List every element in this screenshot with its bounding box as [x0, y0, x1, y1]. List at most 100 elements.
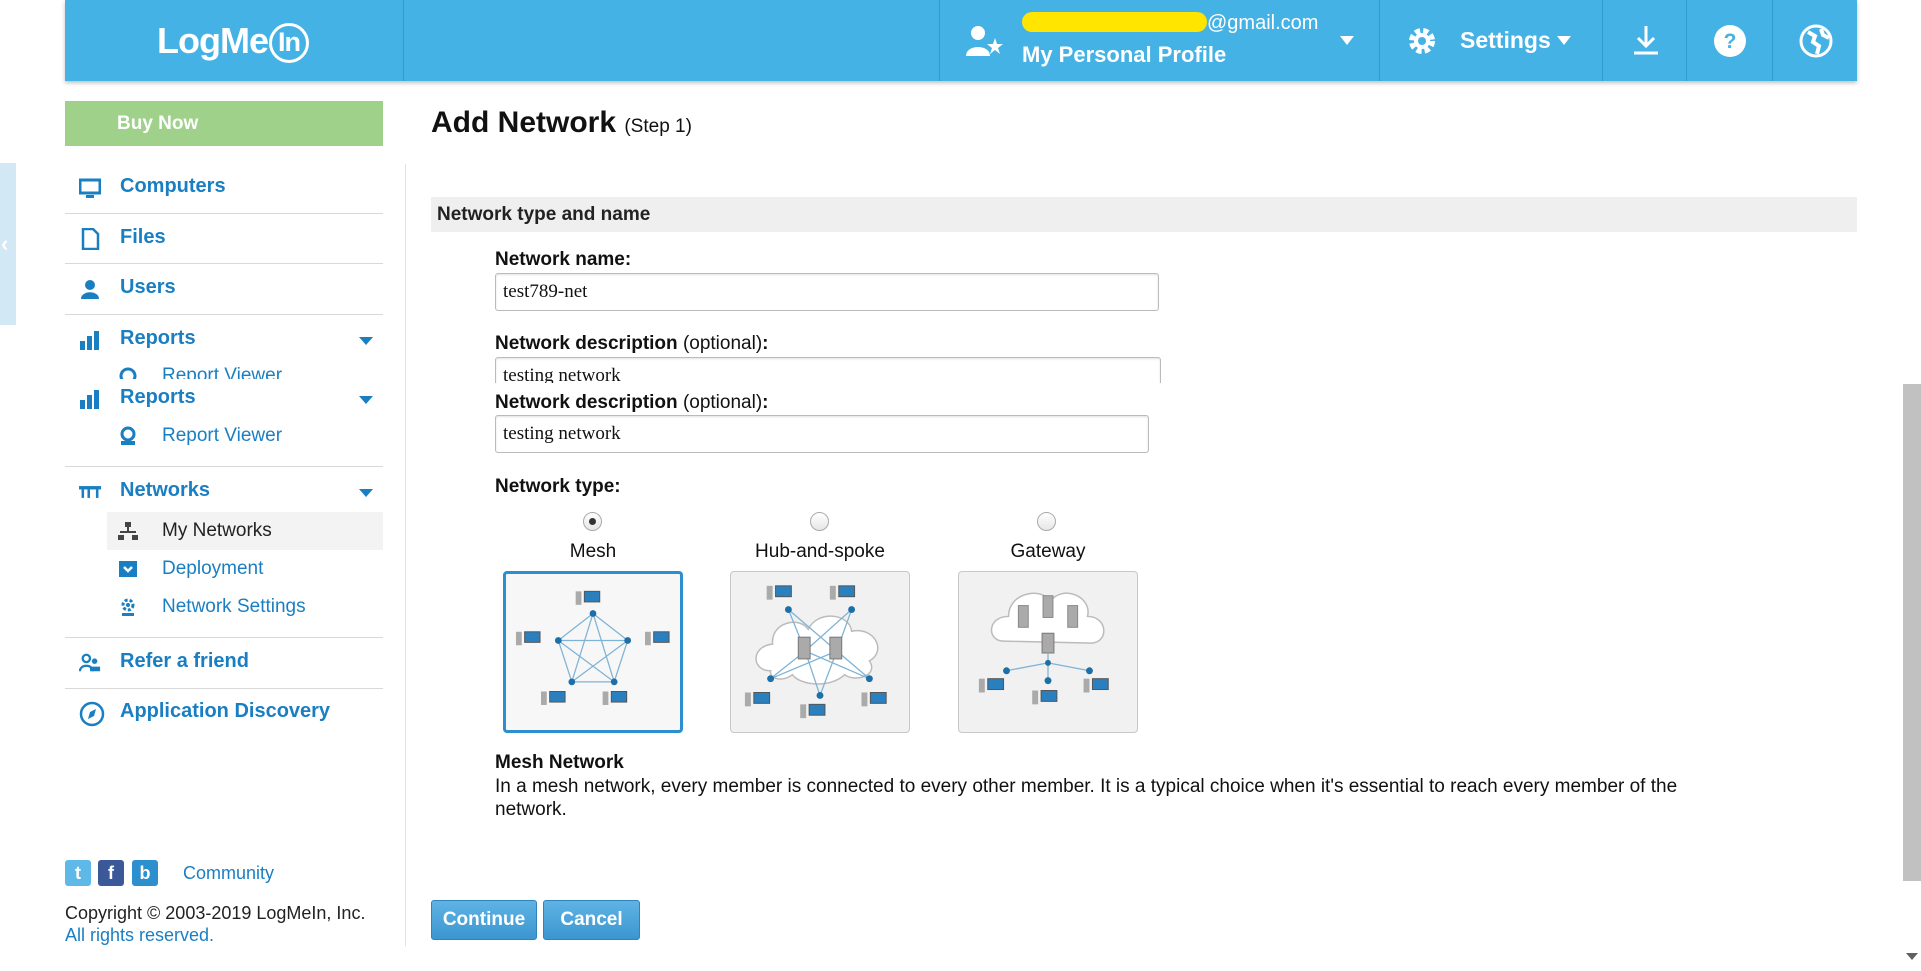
radio-hub-and-spoke[interactable] — [810, 512, 829, 531]
label-optional: (optional) — [682, 392, 763, 413]
radio-mesh[interactable] — [583, 512, 602, 531]
network-description-input-clipped[interactable] — [495, 357, 1161, 383]
network-description-label: Network description (optional): — [495, 392, 768, 414]
network-name-label: Network name: — [495, 249, 632, 270]
globe-icon — [1799, 24, 1833, 58]
divider — [65, 637, 383, 638]
help-button[interactable]: ? — [1686, 0, 1772, 81]
sidebar-item-label: Deployment — [162, 558, 264, 579]
sidebar-subitem-deployment[interactable]: Deployment — [107, 550, 383, 588]
sidebar-item-computers[interactable]: Computers — [65, 175, 383, 211]
page-step: (Step 1) — [624, 116, 692, 137]
settings-menu[interactable]: Settings — [1379, 0, 1602, 81]
label-optional: (optional) — [682, 333, 763, 354]
email-redaction — [1022, 12, 1207, 32]
bar-chart-icon — [80, 331, 99, 350]
sidebar-item-reports[interactable]: Reports — [65, 327, 383, 357]
rights-link[interactable]: All rights reserved. — [65, 924, 365, 946]
scroll-down-arrow-icon[interactable] — [1906, 953, 1918, 960]
cancel-button[interactable]: Cancel — [543, 900, 640, 940]
network-description-label-clipped: Network description (optional): — [495, 333, 768, 355]
divider — [65, 263, 383, 264]
network-icon — [79, 486, 101, 498]
chevron-down-icon — [359, 337, 373, 345]
clipped-description-input-wrapper — [495, 356, 1161, 383]
sidebar-item-label: Reports — [120, 386, 196, 408]
sidebar-item-refer-friend[interactable]: Refer a friend — [65, 650, 383, 686]
logmein-logo[interactable]: LogMe In — [157, 20, 309, 63]
sidebar-item-users[interactable]: Users — [65, 276, 383, 312]
language-button[interactable] — [1772, 0, 1857, 81]
gateway-option-card[interactable] — [958, 571, 1138, 733]
user-icon — [81, 280, 99, 299]
hub-spoke-diagram-icon — [744, 585, 887, 719]
copyright-text: Copyright © 2003-2019 LogMeIn, Inc. — [65, 903, 366, 923]
divider — [65, 213, 383, 214]
mesh-diagram-icon — [515, 590, 670, 705]
network-tree-icon — [118, 522, 138, 540]
divider — [65, 688, 383, 689]
label-text: Network description — [495, 392, 678, 413]
hub-and-spoke-option-card[interactable] — [730, 571, 910, 733]
report-viewer-icon — [119, 367, 137, 379]
settings-label: Settings — [1460, 27, 1551, 53]
logo-text: LogMe — [157, 20, 269, 61]
sidebar-subitem-my-networks[interactable]: My Networks — [107, 512, 383, 550]
report-viewer-icon — [120, 426, 136, 445]
sidebar-item-application-discovery[interactable]: Application Discovery — [65, 700, 383, 736]
buy-now-button[interactable]: Buy Now — [65, 101, 383, 146]
profile-menu[interactable]: @gmail.com My Personal Profile — [939, 0, 1379, 81]
type-label-gateway: Gateway — [1010, 541, 1086, 562]
sidebar-item-label: Files — [120, 226, 166, 248]
chevron-down-icon — [359, 396, 373, 404]
scrollbar-thumb[interactable] — [1903, 384, 1921, 881]
sidebar-separator — [405, 164, 406, 946]
profile-name: My Personal Profile — [1022, 42, 1227, 67]
gear-icon — [1409, 28, 1435, 54]
network-settings-icon — [121, 598, 135, 616]
selected-type-description: In a mesh network, every member is conne… — [495, 776, 1678, 820]
sidebar-item-reports-duplicate[interactable]: Reports — [65, 386, 383, 416]
bar-chart-icon — [80, 390, 99, 409]
download-icon — [1634, 26, 1658, 55]
chevron-down-icon — [1340, 36, 1354, 45]
chevron-left-icon: ‹ — [1, 231, 9, 256]
refer-friend-icon — [79, 653, 101, 672]
gateway-diagram-icon — [978, 592, 1109, 705]
sidebar-subitem-network-settings[interactable]: Network Settings — [107, 588, 383, 626]
network-name-input[interactable] — [495, 273, 1159, 311]
label-text: Network description — [495, 333, 678, 354]
type-label-mesh: Mesh — [569, 541, 617, 562]
divider — [65, 314, 383, 315]
sidebar-subitem-report-viewer[interactable]: Report Viewer — [107, 417, 383, 455]
radio-gateway[interactable] — [1037, 512, 1056, 531]
monitor-icon — [79, 178, 101, 198]
sidebar-item-label: Refer a friend — [120, 650, 249, 672]
continue-button[interactable]: Continue — [431, 900, 537, 940]
svg-text:?: ? — [1724, 30, 1737, 53]
logo-in-badge: In — [268, 23, 309, 63]
sidebar-item-networks[interactable]: Networks — [65, 479, 383, 509]
download-button[interactable] — [1602, 0, 1686, 81]
header-divider — [403, 0, 404, 81]
help-icon: ? — [1714, 25, 1746, 57]
label-colon: : — [762, 392, 769, 413]
sidebar-subitem-report-viewer-clipped[interactable]: Report Viewer — [107, 357, 383, 379]
twitter-icon[interactable]: t — [65, 860, 91, 886]
network-type-label: Network type: — [495, 476, 621, 497]
sidebar-item-files[interactable]: Files — [65, 226, 383, 262]
blog-icon[interactable]: b — [132, 860, 158, 886]
network-description-input[interactable] — [495, 415, 1149, 453]
mesh-option-card[interactable] — [503, 571, 683, 733]
sidebar-item-label: Report Viewer — [162, 365, 283, 379]
sidebar-item-label: Network Settings — [162, 596, 306, 617]
facebook-icon[interactable]: f — [98, 860, 124, 886]
sidebar-item-label: Users — [120, 276, 176, 298]
file-icon — [81, 228, 100, 250]
sidebar-item-label: My Networks — [162, 520, 272, 541]
selected-type-title: Mesh Network — [495, 752, 624, 773]
type-label-hub-and-spoke: Hub-and-spoke — [755, 541, 885, 562]
community-link[interactable]: Community — [183, 863, 274, 884]
section-header: Network type and name — [431, 197, 1857, 232]
sidebar-collapse-tab[interactable]: ‹ — [0, 163, 16, 325]
